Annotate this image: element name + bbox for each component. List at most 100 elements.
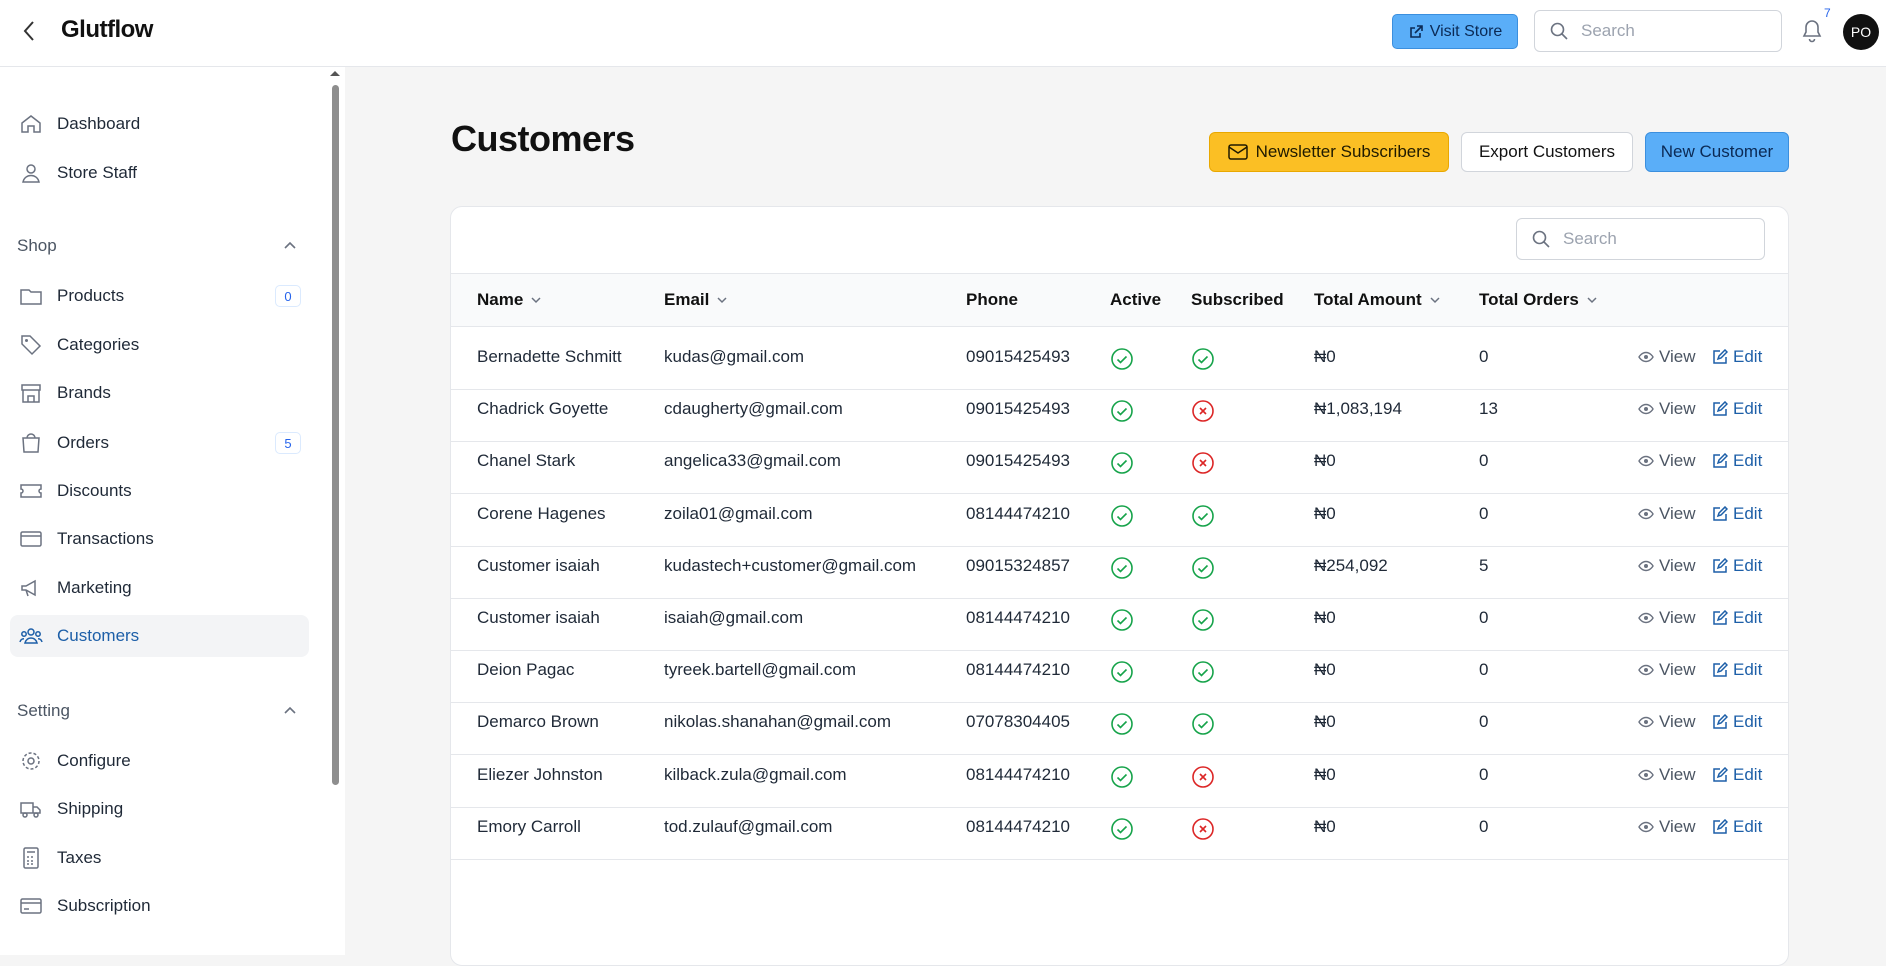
- edit-button[interactable]: Edit: [1712, 556, 1762, 576]
- export-customers-button[interactable]: Export Customers: [1461, 132, 1633, 172]
- customer-phone: 08144474210: [966, 608, 1071, 627]
- customer-total-amount: ₦254,092: [1314, 555, 1388, 575]
- sidebar-item-categories[interactable]: Categories: [10, 324, 309, 366]
- edit-button[interactable]: Edit: [1712, 451, 1762, 471]
- column-header-label: Name: [477, 290, 524, 309]
- external-link-icon: [1409, 24, 1423, 38]
- eye-icon: [1638, 612, 1654, 624]
- edit-button[interactable]: Edit: [1712, 504, 1762, 524]
- sidebar-item-orders[interactable]: Orders 5: [10, 422, 309, 464]
- search-icon: [1532, 230, 1550, 248]
- column-header-name[interactable]: Name: [477, 290, 543, 310]
- edit-button[interactable]: Edit: [1712, 817, 1762, 837]
- customers-table-card: Name Email Phone Active Subscribed Total…: [450, 206, 1789, 966]
- newsletter-subscribers-button[interactable]: Newsletter Subscribers: [1209, 132, 1449, 172]
- sidebar-item-marketing[interactable]: Marketing: [10, 567, 309, 609]
- edit-button[interactable]: Edit: [1712, 399, 1762, 419]
- view-label: View: [1659, 503, 1696, 523]
- customer-phone: 09015324857: [966, 555, 1071, 575]
- calculator-icon: [23, 847, 39, 869]
- view-button[interactable]: View: [1638, 504, 1696, 524]
- edit-label: Edit: [1733, 399, 1763, 419]
- edit-label: Edit: [1733, 816, 1763, 836]
- x-circle-icon: [1191, 817, 1215, 841]
- column-header-label: Phone: [966, 290, 1018, 309]
- column-header-total-orders[interactable]: Total Orders: [1479, 290, 1599, 310]
- sidebar-item-shipping[interactable]: Shipping: [10, 788, 309, 830]
- sidebar-item-subscription[interactable]: Subscription: [10, 885, 309, 927]
- chevron-up-icon[interactable]: [282, 238, 298, 254]
- check-circle-icon: [1110, 399, 1134, 423]
- table-search-input[interactable]: [1563, 229, 1733, 249]
- notifications-button[interactable]: [1800, 18, 1826, 46]
- sidebar-item-dashboard[interactable]: Dashboard: [10, 103, 309, 145]
- edit-button[interactable]: Edit: [1712, 660, 1762, 680]
- chevron-up-icon[interactable]: [282, 703, 298, 719]
- edit-label: Edit: [1733, 660, 1763, 680]
- view-button[interactable]: View: [1638, 660, 1696, 680]
- customer-total-orders: 0: [1479, 347, 1489, 366]
- user-icon: [22, 164, 40, 183]
- visit-store-button[interactable]: Visit Store: [1392, 14, 1518, 49]
- sidebar-item-configure[interactable]: Configure: [10, 740, 309, 782]
- column-header-email[interactable]: Email: [664, 290, 729, 310]
- avatar[interactable]: PO: [1843, 14, 1879, 50]
- global-search-input[interactable]: [1581, 21, 1751, 41]
- folder-icon: [20, 289, 42, 305]
- column-header-label: Total Orders: [1479, 290, 1579, 309]
- customer-total-orders: 0: [1479, 608, 1489, 627]
- sidebar-item-store-staff[interactable]: Store Staff: [10, 152, 309, 194]
- customer-total-orders: 0: [1479, 816, 1489, 836]
- eye-icon: [1638, 664, 1654, 676]
- sidebar-scrollbar[interactable]: [332, 85, 339, 785]
- sidebar-item-label: Store Staff: [57, 163, 138, 182]
- edit-button[interactable]: Edit: [1712, 765, 1762, 785]
- customer-total-amount: ₦0: [1314, 503, 1336, 523]
- sidebar-item-products[interactable]: Products 0: [10, 275, 309, 317]
- customer-name: Chanel Stark: [477, 451, 576, 471]
- view-button[interactable]: View: [1638, 399, 1696, 419]
- new-customer-button[interactable]: New Customer: [1645, 132, 1789, 172]
- eye-icon: [1638, 769, 1654, 780]
- products-count-badge: 0: [275, 285, 301, 307]
- eye-icon: [1638, 403, 1654, 415]
- back-button[interactable]: [18, 18, 40, 44]
- view-label: View: [1659, 451, 1696, 471]
- column-header-total-amount[interactable]: Total Amount: [1314, 290, 1442, 310]
- sidebar-item-brands[interactable]: Brands: [10, 372, 309, 414]
- edit-label: Edit: [1733, 555, 1763, 575]
- tag-icon: [21, 335, 42, 356]
- view-button[interactable]: View: [1638, 451, 1696, 471]
- column-header-label: Active: [1110, 290, 1162, 309]
- sidebar-item-taxes[interactable]: Taxes: [10, 837, 309, 879]
- customer-name: Chadrick Goyette: [477, 399, 609, 419]
- edit-label: Edit: [1733, 503, 1763, 523]
- view-button[interactable]: View: [1638, 608, 1696, 628]
- edit-button[interactable]: Edit: [1712, 608, 1762, 628]
- sidebar-item-label: Dashboard: [57, 114, 141, 133]
- check-circle-icon: [1110, 504, 1134, 528]
- view-button[interactable]: View: [1638, 712, 1696, 732]
- global-search[interactable]: [1534, 10, 1782, 52]
- store-icon: [21, 384, 41, 403]
- top-header: Glutflow Visit Store 7 PO: [0, 0, 1886, 67]
- sidebar-item-label: Taxes: [57, 848, 102, 867]
- sidebar-item-label: Subscription: [57, 896, 151, 915]
- sidebar-item-discounts[interactable]: Discounts: [10, 470, 309, 512]
- view-label: View: [1659, 399, 1696, 419]
- shopping-bag-icon: [22, 433, 40, 453]
- view-button[interactable]: View: [1638, 556, 1696, 576]
- customer-phone: 09015425493: [966, 399, 1071, 419]
- chevron-left-icon: [23, 21, 34, 41]
- sidebar-item-customers[interactable]: Customers: [10, 615, 309, 657]
- scroll-up-arrow[interactable]: [330, 71, 340, 76]
- view-button[interactable]: View: [1638, 817, 1696, 837]
- mail-icon: [1227, 144, 1248, 160]
- edit-button[interactable]: Edit: [1712, 347, 1762, 367]
- sidebar-item-transactions[interactable]: Transactions: [10, 518, 309, 560]
- edit-button[interactable]: Edit: [1712, 712, 1762, 732]
- table-search[interactable]: [1516, 218, 1765, 260]
- view-button[interactable]: View: [1638, 347, 1696, 367]
- view-button[interactable]: View: [1638, 765, 1696, 785]
- search-icon: [1550, 22, 1568, 40]
